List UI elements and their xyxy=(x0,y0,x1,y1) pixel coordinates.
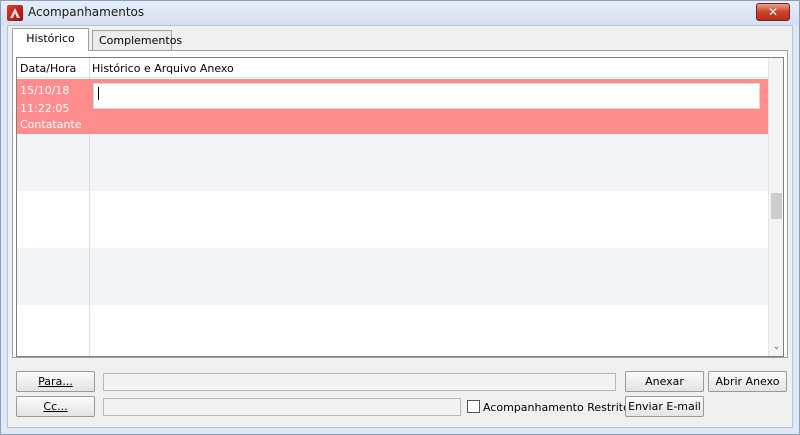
historico-panel: Data/Hora Histórico e Arquivo Anexo 15/1… xyxy=(12,50,788,358)
app-icon xyxy=(7,5,23,21)
window-title: Acompanhamentos xyxy=(28,5,145,19)
enviar-email-button[interactable]: Enviar E-mail xyxy=(625,396,704,417)
table-row[interactable] xyxy=(17,248,769,305)
anexar-button-label: Anexar xyxy=(645,375,684,388)
table-row[interactable] xyxy=(17,134,769,191)
history-text-editor[interactable] xyxy=(93,83,760,109)
para-field[interactable] xyxy=(103,373,616,391)
restricted-checkbox-label[interactable]: Acompanhamento Restrito xyxy=(483,401,630,414)
anexar-button[interactable]: Anexar xyxy=(625,371,704,392)
text-caret xyxy=(98,87,99,100)
table-row[interactable] xyxy=(17,305,769,356)
scroll-down-button[interactable]: ⌄ xyxy=(769,340,783,354)
enviar-email-button-label: Enviar E-mail xyxy=(628,400,701,413)
vertical-scrollbar[interactable]: ⌄ xyxy=(768,58,783,356)
chevron-down-icon: ⌄ xyxy=(772,342,781,352)
row-time: 11:22:05 xyxy=(20,102,70,115)
close-icon: ✕ xyxy=(767,5,779,19)
para-button-label: Para... xyxy=(38,375,73,388)
selected-row[interactable]: 15/10/18 11:22:05 Contatante xyxy=(17,79,769,134)
abrir-anexo-button[interactable]: Abrir Anexo xyxy=(708,371,787,392)
tab-historico[interactable]: Histórico xyxy=(12,28,89,51)
grid-header: Data/Hora Histórico e Arquivo Anexo xyxy=(17,58,771,78)
title-bar[interactable]: Acompanhamentos ✕ xyxy=(1,1,799,25)
history-grid[interactable]: Data/Hora Histórico e Arquivo Anexo 15/1… xyxy=(16,57,784,357)
cc-button[interactable]: Cc... xyxy=(16,396,95,417)
restricted-checkbox[interactable] xyxy=(467,400,480,413)
cc-button-label: Cc... xyxy=(43,400,68,413)
row-date: 15/10/18 xyxy=(20,84,70,97)
tab-complementos[interactable]: Complementos xyxy=(92,30,182,51)
row-user: Contatante xyxy=(20,118,82,131)
column-header-date[interactable]: Data/Hora xyxy=(20,62,76,75)
close-button[interactable]: ✕ xyxy=(756,3,790,21)
column-header-history[interactable]: Histórico e Arquivo Anexo xyxy=(92,62,234,75)
abrir-anexo-button-label: Abrir Anexo xyxy=(715,375,780,388)
scroll-thumb[interactable] xyxy=(771,193,782,219)
table-row[interactable] xyxy=(17,191,769,248)
window-content: Histórico Complementos Data/Hora Históri… xyxy=(7,25,793,428)
para-button[interactable]: Para... xyxy=(16,371,95,392)
cc-field[interactable] xyxy=(103,398,461,416)
acompanhamentos-window: Acompanhamentos ✕ Histórico Complementos… xyxy=(0,0,800,435)
